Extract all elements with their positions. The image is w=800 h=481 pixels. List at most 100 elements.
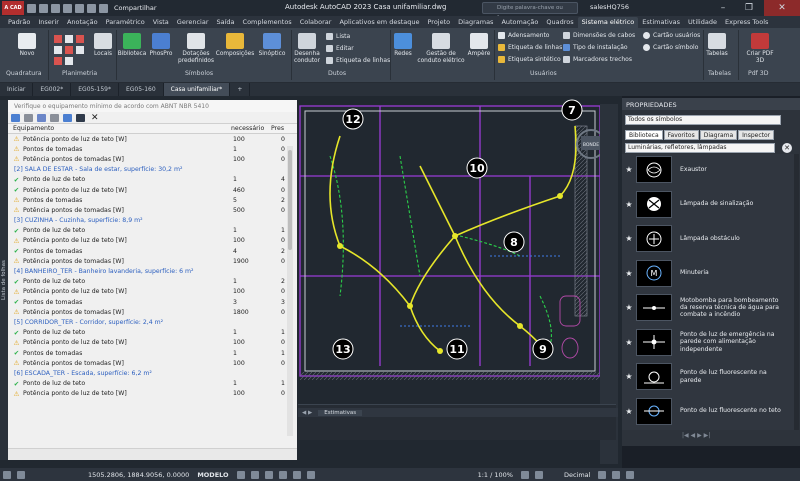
table-row[interactable]: ⚠ Potência ponto de luz de teto [W] 100 0 [8, 338, 297, 348]
tab-favoritos[interactable]: Favoritos [663, 130, 699, 140]
room-section-row[interactable]: [3] CUZINHA - Cuzinha, superfície: 8,9 m… [8, 216, 297, 226]
table-row[interactable]: ✔ Ponto de luz de teto 1 2 [8, 277, 297, 287]
grid-icon[interactable] [3, 470, 11, 479]
symbol-item[interactable]: ★ Ponto de luz fluorescente no teto [622, 396, 794, 427]
tab-inspector[interactable]: Inspector [738, 130, 775, 140]
star-icon[interactable]: ★ [622, 269, 636, 278]
marcadores-button[interactable]: Marcadores trechos [563, 56, 632, 63]
group-quadratura[interactable]: Quadratura [6, 70, 42, 77]
cartao-simbolo-button[interactable]: Cartão símbolo [643, 44, 698, 51]
table-row[interactable]: ⚠ Potência pontos de tomadas [W] 100 0 [8, 358, 297, 368]
star-icon[interactable]: ★ [622, 372, 636, 381]
ribbon-tab[interactable]: Sistema elétrico [577, 17, 639, 28]
workspace-icon[interactable] [520, 470, 529, 479]
share-button[interactable]: Compartilhar [114, 4, 157, 12]
room-section-row[interactable]: [4] BANHEIRO_TER - Banheiro lavanderia, … [8, 266, 297, 276]
redes-button[interactable]: Redes [392, 33, 414, 58]
osnap-icon[interactable] [278, 470, 287, 479]
ribbon-tab[interactable]: Projeto [424, 17, 455, 28]
list-icon[interactable] [17, 470, 25, 479]
symbol-item[interactable]: ★ Ponto de luz fluorescente na parede [622, 361, 794, 392]
star-icon[interactable]: ★ [622, 303, 636, 312]
table-row[interactable]: ⚠ Potência ponto de luz de teto [W] 100 0 [8, 134, 297, 144]
ribbon-tab[interactable]: Padrão [4, 17, 34, 28]
star-icon[interactable]: ★ [622, 407, 636, 416]
ampere-button[interactable]: Ampère [466, 33, 492, 58]
lineweight-icon[interactable] [306, 470, 315, 479]
tipo-instalacao-button[interactable]: Tipo de instalação [563, 44, 628, 51]
table-row[interactable]: ✔ Potência ponto de luz de teto [W] 460 0 [8, 185, 297, 195]
snap-icon[interactable] [236, 470, 245, 479]
room-section-row[interactable]: [5] CORRIDOR_TER - Corridor, superfície:… [8, 317, 297, 327]
annotation-scale[interactable]: 1:1 / 100% [478, 471, 513, 479]
new-icon[interactable] [27, 3, 36, 13]
document-tab[interactable]: EG05-159* [71, 83, 119, 96]
open-icon[interactable] [39, 3, 48, 13]
ribbon-tab[interactable]: Vista [149, 17, 173, 28]
hardware-icon[interactable] [612, 470, 621, 479]
group-dutos[interactable]: Dutos [328, 70, 346, 77]
table-row[interactable]: ⚠ Potência ponto de luz de teto [W] 100 0 [8, 236, 297, 246]
print-icon[interactable] [50, 113, 59, 122]
polar-icon[interactable] [264, 470, 273, 479]
composicoes-button[interactable]: Composições [216, 33, 254, 58]
symbol-filter-select[interactable]: Todos os símbolos [625, 115, 781, 125]
table-row[interactable]: ⚠ Pontos de tomadas 5 2 [8, 195, 297, 205]
panel-hscrollbar[interactable] [8, 448, 297, 460]
dimensoes-cabos-button[interactable]: Dimensões de cabos [563, 32, 635, 39]
otrack-icon[interactable] [292, 470, 301, 479]
ortho-icon[interactable] [250, 470, 259, 479]
gestao-conduto-button[interactable]: Gestão de conduto elétrico [415, 33, 467, 65]
group-planimetria[interactable]: Planimetria [62, 70, 97, 77]
table-row[interactable]: ✔ Pontos de tomadas 1 1 [8, 348, 297, 358]
table-row[interactable]: ⚠ Potência pontos de tomadas [W] 1900 0 [8, 256, 297, 266]
document-tab[interactable]: Iniciar [0, 83, 34, 96]
saveas-icon[interactable] [63, 3, 72, 13]
ribbon-tab[interactable]: Diagramas [454, 17, 497, 28]
expand-icon[interactable] [24, 113, 33, 122]
filter-icon[interactable] [37, 113, 46, 122]
symbol-list-scrollbar[interactable] [794, 154, 799, 430]
etiqueta-linhas2-button[interactable]: Etiqueta de linhas [498, 44, 562, 51]
ribbon-tab[interactable]: Utilidade [684, 17, 721, 28]
close-icon[interactable]: ✕ [764, 0, 800, 16]
star-icon[interactable]: ★ [622, 200, 636, 209]
cartao-usuarios-button[interactable]: Cartão usuários [643, 32, 700, 39]
table-row[interactable]: ✔ Pontos de tomadas 3 3 [8, 297, 297, 307]
ribbon-tab[interactable]: Complementos [239, 17, 296, 28]
ribbon-tab[interactable]: Saída [213, 17, 239, 28]
room-section-row[interactable]: [6] ESCADA_TER - Escada, superfície: 6,2… [8, 368, 297, 378]
document-tab[interactable]: EG002* [33, 83, 72, 96]
novo-button[interactable]: Novo [14, 33, 40, 58]
etiqueta-linhas-button[interactable]: Etiqueta de linhas [326, 57, 390, 64]
table-row[interactable]: ✔ Ponto de luz de teto 1 4 [8, 175, 297, 185]
ribbon-tab[interactable]: Colaborar [296, 17, 336, 28]
room-section-row[interactable]: [2] SALA DE ESTAR - Sala de estar, super… [8, 165, 297, 175]
desenha-condutor-button[interactable]: Desenha condutor [292, 33, 322, 65]
table-row[interactable]: ⚠ Pontos de tomadas 1 0 [8, 144, 297, 154]
phospro-button[interactable]: PhosPro [148, 33, 174, 58]
star-icon[interactable]: ★ [622, 165, 636, 174]
layout-tab-estimativas[interactable]: Estimativas [318, 409, 363, 416]
criar-pdf-button[interactable]: Criar PDF 3D [742, 33, 778, 65]
locate-icon[interactable] [76, 113, 85, 122]
table-row[interactable]: ✔ Pontos de tomadas 4 2 [8, 246, 297, 256]
search-input[interactable]: Digite palavra-chave ou frase [482, 2, 578, 21]
ribbon-tab[interactable]: Quadros [542, 17, 577, 28]
adensamento-button[interactable]: Adensamento [498, 32, 549, 39]
ribbon-tab[interactable]: Aplicativos em destaque [335, 17, 423, 28]
tabelas-button[interactable]: Tabelas [705, 33, 729, 58]
pager-icon[interactable]: |◀ ◀ ▶ ▶| [682, 432, 710, 439]
refresh-icon[interactable] [11, 113, 20, 122]
table-row[interactable]: ⚠ Potência ponto de luz de teto [W] 100 0 [8, 389, 297, 399]
ribbon-tab[interactable]: Gerenciar [173, 17, 213, 28]
group-pdf3d[interactable]: Pdf 3D [748, 70, 769, 77]
etiqueta-sintetico-button[interactable]: Etiqueta sintético [498, 56, 561, 63]
dotacoes-button[interactable]: Dotações predefinidos [176, 33, 216, 65]
ribbon-tab[interactable]: Inserir [34, 17, 63, 28]
symbol-item[interactable]: ★ M Minuteria [622, 258, 794, 289]
planimetria-tools[interactable] [52, 33, 92, 67]
document-tab[interactable]: EG05-160 [119, 83, 164, 96]
locais-button[interactable]: Locais [92, 33, 114, 58]
scroll-thumb[interactable] [288, 150, 292, 250]
